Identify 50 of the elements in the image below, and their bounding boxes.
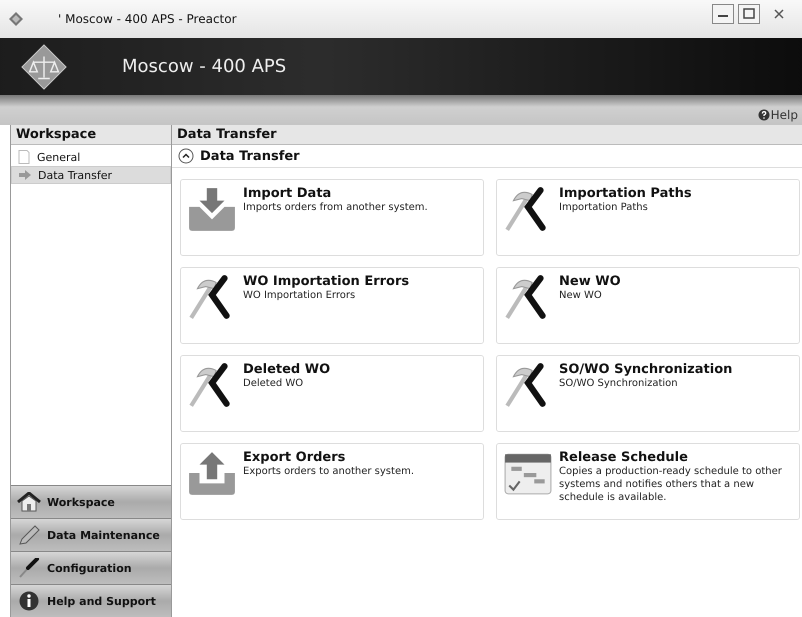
task-card[interactable]: SO/WO Synchronization SO/WO Synchronization <box>496 355 800 432</box>
nav-button[interactable]: Workspace <box>11 485 171 518</box>
window-title: ' Moscow - 400 APS - Preactor <box>58 12 238 26</box>
card-description: Copies a production-ready schedule to other systems and notifies others that a new schedule is available. <box>559 465 783 504</box>
card-title: Deleted WO <box>243 362 330 377</box>
task-card[interactable]: Import Data Imports orders from another system. <box>180 179 484 256</box>
nav-button[interactable]: Configuration <box>11 551 171 584</box>
card-title: Import Data <box>243 186 332 201</box>
minimize-icon[interactable] <box>712 4 734 24</box>
maximize-icon[interactable] <box>738 4 760 24</box>
card-title: SO/WO Synchronization <box>559 362 732 377</box>
help-button[interactable]: Help <box>758 108 798 122</box>
download-tray-icon <box>187 186 237 232</box>
sidebar-header: Workspace <box>11 125 171 145</box>
app-logo-icon <box>8 11 24 27</box>
task-card[interactable]: Importation Paths Importation Paths <box>496 179 800 256</box>
card-title: Release Schedule <box>559 450 689 465</box>
sidebar-item[interactable]: General <box>11 148 171 166</box>
arrow-icon <box>18 168 32 182</box>
card-title: Export Orders <box>243 450 346 465</box>
card-description: Exports orders to another system. <box>243 465 414 478</box>
help-icon <box>758 109 770 121</box>
panel-header: Data Transfer <box>172 125 802 145</box>
page-icon <box>17 150 31 164</box>
card-description: Deleted WO <box>243 377 304 390</box>
header-title: Moscow - 400 APS <box>122 56 286 77</box>
pencil-icon <box>17 525 41 545</box>
nav-button[interactable]: Data Maintenance <box>11 518 171 551</box>
upload-tray-icon <box>187 450 237 496</box>
collapse-icon[interactable] <box>178 148 194 164</box>
task-card[interactable]: New WO New WO <box>496 267 800 344</box>
card-description: New WO <box>559 289 603 302</box>
card-title: WO Importation Errors <box>243 274 410 289</box>
screwdriver-icon <box>17 558 41 578</box>
house-icon <box>17 492 41 512</box>
task-card[interactable]: Export Orders Exports orders to another system. <box>180 443 484 520</box>
section-title: Data Transfer <box>200 148 300 164</box>
card-description: Imports orders from another system. <box>243 201 428 214</box>
sidebar-item[interactable]: Data Transfer <box>11 166 171 184</box>
info-icon <box>17 591 41 611</box>
task-card[interactable]: Deleted WO Deleted WO <box>180 355 484 432</box>
task-card[interactable]: Release Schedule Copies a production-ready schedule to other systems and notifies others that a new schedule is available. <box>496 443 800 520</box>
card-title: Importation Paths <box>559 186 692 201</box>
task-card[interactable]: WO Importation Errors WO Importation Errors <box>180 267 484 344</box>
card-description: SO/WO Synchronization <box>559 377 679 390</box>
card-description: Importation Paths <box>559 201 649 214</box>
card-description: WO Importation Errors <box>243 289 356 302</box>
card-title: New WO <box>559 274 621 289</box>
nav-button[interactable]: Help and Support <box>11 584 171 617</box>
scales-logo-icon <box>20 42 68 90</box>
